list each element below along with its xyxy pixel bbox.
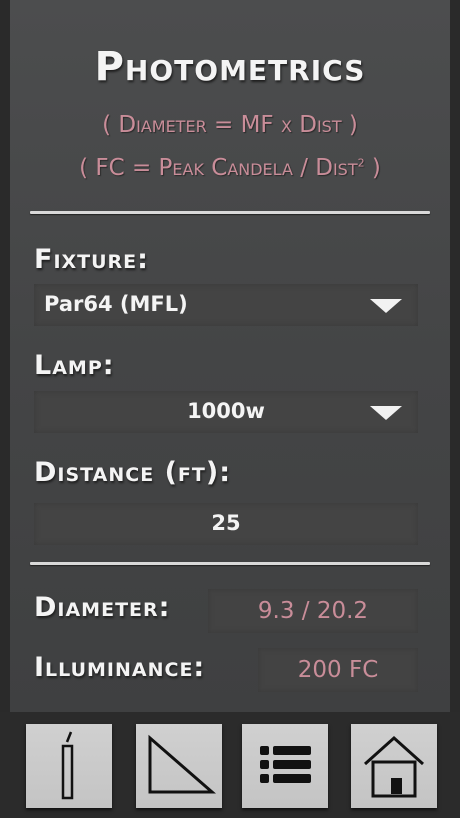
home-icon — [363, 735, 425, 798]
diameter-label: Diameter: — [34, 592, 171, 623]
triangle-icon — [148, 734, 217, 794]
illuminance-label: Illuminance: — [34, 652, 206, 683]
lamp-select-value: 1000w — [187, 399, 265, 423]
chevron-down-icon — [370, 406, 402, 420]
lamp-label: Lamp: — [34, 350, 115, 381]
chevron-down-icon — [370, 299, 402, 313]
fixture-label: Fixture: — [34, 244, 149, 275]
pencil-button[interactable] — [26, 724, 112, 808]
distance-input[interactable]: 25 — [34, 503, 418, 545]
diameter-output: 9.3 / 20.2 — [208, 589, 418, 633]
home-button[interactable] — [351, 724, 437, 808]
illuminance-formula: ( FC = Peak Candela / Dist2 ) — [0, 155, 460, 181]
list-button[interactable] — [242, 724, 328, 808]
distance-input-value: 25 — [211, 511, 241, 535]
list-icon — [260, 746, 311, 783]
bottom-toolbar — [0, 712, 460, 818]
diameter-formula: ( Diameter = MF x Dist ) — [102, 112, 358, 138]
squared-superscript: 2 — [357, 156, 365, 170]
triangle-button[interactable] — [136, 724, 222, 808]
illuminance-output: 200 FC — [258, 648, 418, 692]
distance-label: Distance (ft): — [34, 457, 231, 488]
illuminance-formula-text: ( FC = Peak Candela / Dist — [79, 155, 358, 181]
page-title: Photometrics — [94, 44, 366, 90]
fixture-select-value: Par64 (MFL) — [44, 292, 188, 316]
illuminance-formula-close: ) — [364, 155, 381, 181]
fixture-select[interactable]: Par64 (MFL) — [34, 284, 418, 326]
header-divider — [30, 211, 430, 214]
results-divider — [30, 562, 430, 565]
lamp-select[interactable]: 1000w — [34, 391, 418, 433]
pencil-icon — [61, 731, 74, 800]
